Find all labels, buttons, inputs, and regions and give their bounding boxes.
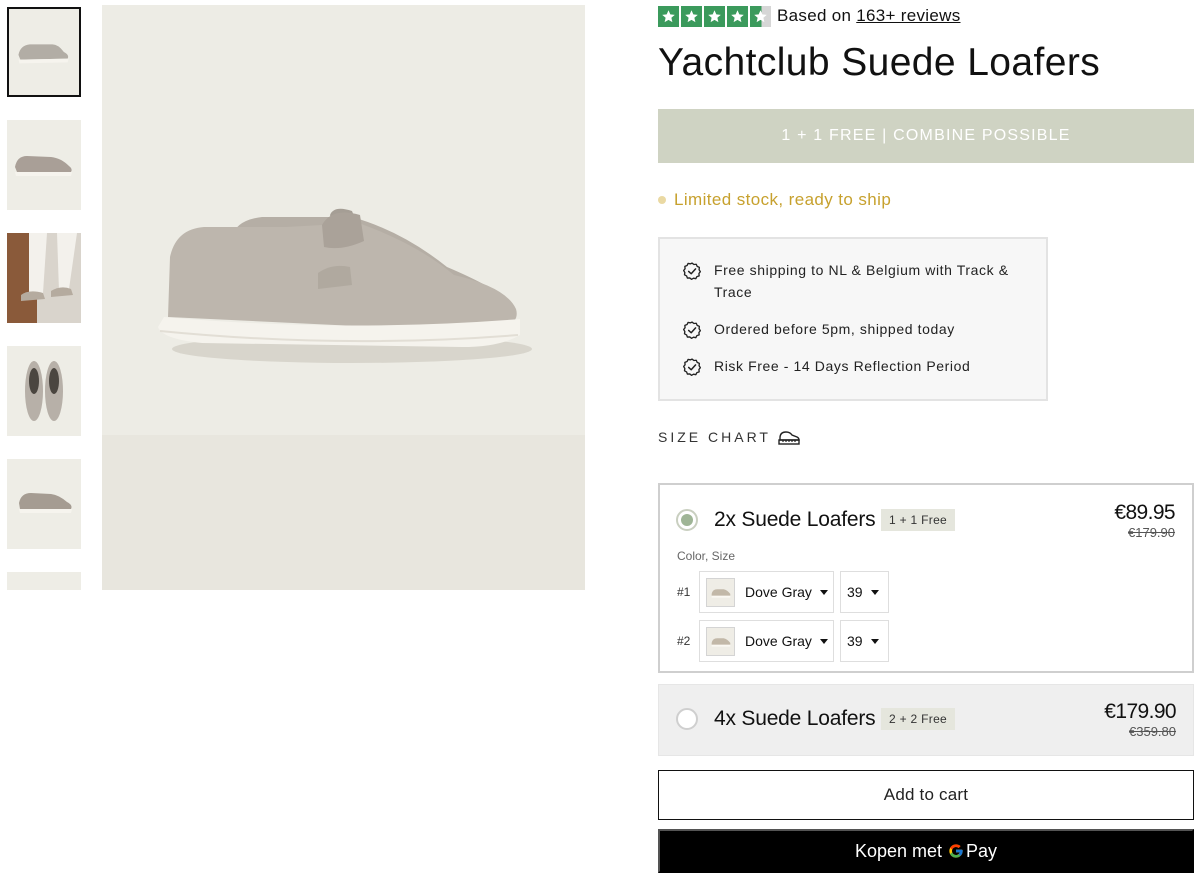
color-swatch: [706, 577, 735, 607]
half-star-icon: [750, 5, 771, 27]
color-value: Dove Gray: [745, 584, 812, 600]
bundle-price: €179.90 €359.80: [1104, 700, 1176, 739]
promo-banner: 1 + 1 FREE | COMBINE POSSIBLE: [658, 109, 1194, 163]
add-to-cart-button[interactable]: Add to cart: [658, 770, 1194, 820]
bundle-badge: 2 + 2 Free: [881, 708, 956, 730]
bundle-name: 2x Suede Loafers: [714, 508, 876, 531]
option-index: #2: [677, 634, 691, 648]
model-wearing-image: [7, 233, 81, 323]
bundle-name: 4x Suede Loafers: [714, 707, 876, 730]
chevron-down-icon: [819, 589, 828, 595]
size-value: 39: [847, 633, 863, 649]
bundle-option-4x[interactable]: 4x Suede Loafers 2 + 2 Free €179.90 €359…: [658, 684, 1194, 756]
google-g-icon: [948, 843, 964, 859]
size-chart-link[interactable]: SIZE CHART: [658, 428, 801, 446]
chevron-down-icon: [819, 638, 828, 644]
color-select[interactable]: Dove Gray: [699, 620, 834, 662]
badge-check-icon: [682, 320, 702, 340]
trustpilot-stars: [658, 5, 771, 27]
color-swatch: [706, 626, 735, 656]
product-title: Yachtclub Suede Loafers: [658, 41, 1101, 84]
price-current: €179.90: [1104, 700, 1176, 723]
gpay-prefix: Kopen met: [854, 840, 943, 861]
thumbnail-5[interactable]: [7, 459, 81, 549]
option-index: #1: [677, 585, 691, 599]
option-row: #2 Dove Gray 39: [677, 620, 889, 662]
chevron-down-icon: [870, 638, 879, 644]
price-current: €89.95: [1114, 501, 1175, 524]
thumbnail-4[interactable]: [7, 346, 81, 436]
bundle-price: €89.95 €179.90: [1114, 501, 1175, 540]
loafer-image: [7, 572, 81, 590]
option-row: #1 Dove Gray 39: [677, 571, 889, 613]
rating-prefix: Based on: [777, 6, 852, 25]
stock-text: Limited stock, ready to ship: [674, 190, 892, 209]
loafer-pair-image: [7, 459, 81, 549]
main-product-image[interactable]: [102, 5, 585, 590]
bundle-option-2x[interactable]: 2x Suede Loafers 1 + 1 Free €89.95 €179.…: [658, 483, 1194, 673]
thumbnail-2[interactable]: [7, 120, 81, 210]
size-select[interactable]: 39: [840, 620, 889, 662]
star-icon: [704, 5, 725, 27]
star-icon: [681, 5, 702, 27]
price-old: €359.80: [1129, 724, 1176, 739]
thumbnail-6[interactable]: [7, 572, 81, 590]
rating-summary: Based on 163+ reviews: [658, 5, 961, 27]
badge-check-icon: [682, 357, 702, 377]
bundle-badge: 1 + 1 Free: [881, 509, 956, 531]
color-select[interactable]: Dove Gray: [699, 571, 834, 613]
size-chart-label: SIZE CHART: [658, 429, 771, 445]
usp-item: Ordered before 5pm, shipped today: [682, 318, 1032, 340]
bundle-radio[interactable]: [676, 509, 698, 531]
usp-text: Risk Free - 14 Days Reflection Period: [714, 358, 971, 374]
usp-box: Free shipping to NL & Belgium with Track…: [658, 237, 1048, 401]
bundle-radio[interactable]: [676, 708, 698, 730]
badge-check-icon: [682, 261, 702, 281]
star-icon: [727, 5, 748, 27]
size-select[interactable]: 39: [840, 571, 889, 613]
usp-text: Free shipping to NL & Belgium with Track…: [714, 262, 1009, 300]
reviews-link[interactable]: 163+ reviews: [856, 6, 960, 26]
google-pay-button[interactable]: Kopen met Pay: [658, 829, 1194, 873]
options-label: Color, Size: [677, 549, 736, 563]
chevron-down-icon: [870, 589, 879, 595]
color-value: Dove Gray: [745, 633, 812, 649]
ruler-shoe-icon: [778, 431, 800, 445]
size-value: 39: [847, 584, 863, 600]
stock-status: Limited stock, ready to ship: [658, 190, 891, 210]
loafer-pair-photo: [102, 5, 585, 590]
thumbnail-3[interactable]: [7, 233, 81, 323]
star-icon: [658, 5, 679, 27]
usp-text: Ordered before 5pm, shipped today: [714, 321, 955, 337]
thumbnail-gallery: [7, 7, 81, 590]
gpay-suffix: Pay: [966, 840, 998, 861]
usp-item: Free shipping to NL & Belgium with Track…: [682, 259, 1032, 303]
thumbnail-1[interactable]: [7, 7, 81, 97]
loafer-top-image: [7, 346, 81, 436]
loafer-side-image: [7, 120, 81, 210]
loafer-pair-image: [9, 9, 79, 95]
stock-dot-icon: [658, 196, 666, 204]
usp-item: Risk Free - 14 Days Reflection Period: [682, 355, 1032, 377]
price-old: €179.90: [1128, 525, 1175, 540]
